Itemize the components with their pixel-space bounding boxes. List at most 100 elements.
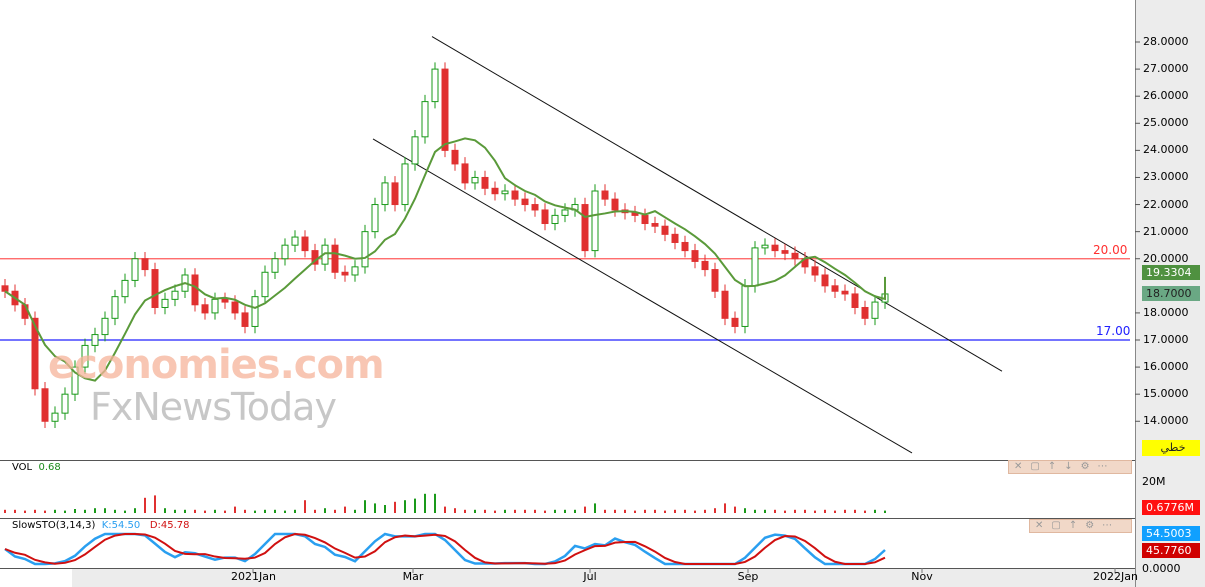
candle — [741, 285, 749, 327]
volume-title: VOL 0.68 — [12, 462, 61, 473]
candle — [281, 244, 289, 260]
stoch-d-value: D:45.78 — [149, 520, 190, 531]
hline-17-label: 17.00 — [1096, 324, 1131, 338]
candle — [731, 317, 739, 327]
price-tick-label: 17.0000 — [1143, 333, 1189, 346]
price-tick-label: 26.0000 — [1143, 89, 1189, 103]
candle — [871, 301, 879, 319]
candle — [241, 312, 249, 327]
time-label: 2021Jan — [231, 570, 276, 583]
price-tick-label: 16.0000 — [1143, 360, 1189, 374]
candle — [701, 260, 709, 271]
candle — [851, 293, 859, 308]
candle — [561, 209, 569, 216]
candle — [421, 101, 429, 138]
candle — [101, 317, 109, 336]
candle — [121, 279, 129, 298]
candle — [201, 304, 209, 314]
candle — [271, 258, 279, 273]
candle — [601, 190, 609, 200]
candle — [671, 233, 679, 243]
candle — [261, 271, 269, 298]
stoch-k-value: K:54.50 — [101, 520, 141, 531]
time-label: 2022Jan — [1093, 570, 1138, 583]
time-label: Nov — [911, 570, 933, 583]
volume-title-text: VOL — [12, 462, 33, 473]
volume-pane-toolbar[interactable]: ✕▢↑↓⚙⋯ — [1008, 460, 1132, 474]
time-label: Jul — [583, 570, 597, 583]
price-tick-label: 28.0000 — [1143, 35, 1189, 48]
chart-type-button[interactable]: خطي — [1142, 440, 1200, 456]
stoch-k-line — [4, 532, 886, 566]
stoch-k-badge: 54.5003 — [1142, 526, 1200, 541]
candle — [111, 296, 119, 319]
ma-value-badge: 19.3304 — [1142, 265, 1200, 280]
stoch-tick: 0.0000 — [1142, 562, 1181, 575]
watermark-fxnewstoday: FxNewsToday — [90, 385, 337, 429]
candle — [161, 298, 169, 308]
candle — [131, 258, 139, 281]
candle — [431, 68, 439, 103]
candle — [151, 269, 159, 308]
candle — [331, 244, 339, 273]
candle — [551, 214, 559, 225]
candle — [681, 241, 689, 252]
candle — [41, 388, 49, 422]
candle — [211, 298, 219, 314]
candle — [231, 301, 239, 314]
time-label: Sep — [737, 570, 759, 583]
candle — [451, 149, 459, 165]
candle — [651, 223, 659, 227]
trend-line — [372, 138, 913, 454]
candle — [811, 266, 819, 276]
candle — [251, 296, 259, 327]
candle — [771, 244, 779, 252]
candle — [761, 244, 769, 249]
candle — [521, 198, 529, 206]
price-tick-label: 18.0000 — [1143, 305, 1189, 319]
candle — [51, 412, 59, 422]
candle — [461, 163, 469, 184]
volume-value: 0.68 — [38, 462, 61, 473]
price-tick-label: 25.0000 — [1143, 116, 1189, 130]
last-price-badge: 18.7000 — [1142, 286, 1200, 301]
candle — [391, 182, 399, 206]
candle — [491, 187, 499, 195]
candle — [501, 190, 509, 195]
candle — [781, 250, 789, 254]
stoch-title: SlowSTO(3,14,3) K:54.50 D:45.78 — [12, 520, 190, 531]
candle — [611, 198, 619, 211]
candle — [1, 285, 9, 292]
stoch-pane-toolbar[interactable]: ✕▢↑⚙⋯ — [1029, 519, 1132, 533]
price-tick-label: 27.0000 — [1143, 62, 1189, 76]
price-tick-label: 22.0000 — [1143, 197, 1189, 211]
candle — [581, 204, 589, 252]
candle — [441, 68, 449, 151]
candle — [641, 214, 649, 225]
candle — [381, 182, 389, 206]
candle — [371, 204, 379, 233]
candle — [511, 190, 519, 200]
candle — [361, 231, 369, 268]
price-tick-label: 24.0000 — [1143, 143, 1189, 157]
candle — [171, 290, 179, 300]
candle — [291, 236, 299, 246]
candle — [351, 266, 359, 276]
candle — [821, 274, 829, 287]
stoch-d-badge: 45.7760 — [1142, 543, 1200, 558]
candle — [691, 250, 699, 262]
candle — [841, 290, 849, 295]
candle — [861, 306, 869, 319]
price-tick-label: 14.0000 — [1143, 414, 1189, 428]
candle — [721, 290, 729, 319]
volume-tick: 20M — [1142, 475, 1166, 488]
candle — [401, 163, 409, 206]
chart-canvas[interactable] — [0, 0, 1205, 587]
price-tick-label: 15.0000 — [1143, 387, 1189, 401]
candle — [141, 258, 149, 271]
price-tick-label: 21.0000 — [1143, 224, 1189, 238]
candle — [661, 225, 669, 235]
candle — [541, 209, 549, 225]
candle — [471, 176, 479, 184]
price-tick-label: 23.0000 — [1143, 170, 1189, 184]
